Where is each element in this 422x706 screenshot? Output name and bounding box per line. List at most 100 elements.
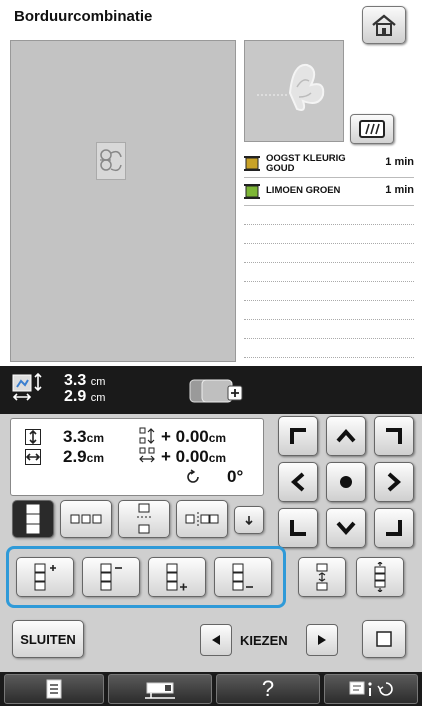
vertical-offset-value: + 0.00cm xyxy=(161,427,226,447)
embroidery-frame-icon xyxy=(359,120,385,138)
home-button[interactable] xyxy=(362,6,406,44)
decrease-spacing-bottom-button[interactable] xyxy=(214,557,272,597)
move-up-right-button[interactable] xyxy=(374,416,414,456)
vertical-space-button[interactable] xyxy=(118,500,170,538)
vertical-stack-icon xyxy=(26,504,40,534)
center-button[interactable] xyxy=(326,462,366,502)
chevron-up-icon xyxy=(336,428,356,443)
down-arrow-icon xyxy=(245,516,253,525)
height-icon xyxy=(25,429,41,445)
horizontal-layout-button[interactable] xyxy=(60,500,112,538)
kiezen-selector: KIEZEN xyxy=(200,624,350,658)
help-info-icon xyxy=(349,681,393,696)
horizontal-offset-value: + 0.00cm xyxy=(161,447,226,467)
size-height-number: 2.9 xyxy=(64,388,87,405)
center-dot-icon xyxy=(340,476,352,488)
thread-spool-icon xyxy=(244,184,260,199)
kiezen-label: KIEZEN xyxy=(240,633,288,648)
thread-list: OOGST KLEURIG GOUD 1 min LIMOEN GROEN 1 … xyxy=(244,150,414,358)
move-down-right-button[interactable] xyxy=(374,508,414,548)
move-left-button[interactable] xyxy=(278,462,318,502)
size-unit: cm xyxy=(90,376,106,388)
vertical-offset-number: + 0.00 xyxy=(161,427,209,446)
thread-name: OOGST KLEURIG GOUD xyxy=(266,153,346,174)
corner-down-left-icon xyxy=(290,520,306,536)
decrease-spacing-top-button[interactable] xyxy=(82,557,140,597)
corner-up-right-icon xyxy=(386,428,402,444)
increase-spacing-bottom-button[interactable] xyxy=(148,557,206,597)
width-number: 2.9 xyxy=(63,447,87,466)
sewing-machine-icon xyxy=(145,682,175,699)
embroidery-canvas[interactable] xyxy=(10,40,236,362)
spacing-minus-icon xyxy=(100,563,122,591)
thread-spool-icon xyxy=(244,156,260,171)
home-icon xyxy=(372,14,396,36)
vertical-compress-button[interactable] xyxy=(298,557,346,597)
design-motif[interactable] xyxy=(96,142,126,180)
compress-vertical-icon xyxy=(316,563,328,591)
spacing-minus-bottom-icon xyxy=(232,563,253,591)
triangle-left-icon xyxy=(212,635,220,645)
move-up-button[interactable] xyxy=(326,416,366,456)
thread-row-empty xyxy=(244,244,414,263)
sluiten-button[interactable]: SLUITEN xyxy=(12,620,84,658)
spacing-plus-bottom-icon xyxy=(166,563,187,591)
size-height-value: 2.9 cm xyxy=(64,388,105,405)
horizontal-spacing-icon xyxy=(185,512,219,526)
design-info-box: 3.3cm 2.9cm + 0.00cm + 0.00cm 0° xyxy=(10,418,264,496)
unit-label: cm xyxy=(208,451,227,465)
chevron-left-icon xyxy=(290,472,305,492)
kiezen-next-button[interactable] xyxy=(306,624,338,656)
horizontal-row-icon xyxy=(70,514,102,524)
thread-time: 1 min xyxy=(385,184,414,196)
move-down-button[interactable] xyxy=(326,508,366,548)
settings-button[interactable] xyxy=(4,674,104,704)
corner-up-left-icon xyxy=(290,428,306,444)
thread-row-empty xyxy=(244,282,414,301)
chevron-down-icon xyxy=(336,521,356,536)
vertical-layout-button[interactable] xyxy=(12,500,54,538)
corner-down-right-icon xyxy=(386,520,402,536)
height-number: 3.3 xyxy=(63,427,87,446)
chevron-right-icon xyxy=(387,472,402,492)
machine-info-button[interactable] xyxy=(108,674,212,704)
embroidery-hoop-icon xyxy=(189,379,243,403)
thread-row-empty xyxy=(244,320,414,339)
width-value: 2.9cm xyxy=(63,447,104,467)
square-button[interactable] xyxy=(362,620,406,658)
thread-row-empty xyxy=(244,339,414,358)
rotate-icon xyxy=(187,469,199,483)
expand-vertical-icon xyxy=(374,562,386,592)
move-up-left-button[interactable] xyxy=(278,416,318,456)
frame-move-button[interactable] xyxy=(350,114,394,144)
square-icon xyxy=(376,631,392,647)
horizontal-offset-number: + 0.00 xyxy=(161,447,209,466)
unit-label: cm xyxy=(208,431,227,445)
spacing-plus-icon xyxy=(34,563,56,591)
horizontal-space-button[interactable] xyxy=(176,500,228,538)
thread-row-empty xyxy=(244,301,414,320)
help-button[interactable]: ? xyxy=(216,674,320,704)
width-icon xyxy=(25,449,41,465)
thread-row[interactable]: OOGST KLEURIG GOUD 1 min xyxy=(244,150,414,178)
move-right-button[interactable] xyxy=(374,462,414,502)
vertical-expand-button[interactable] xyxy=(356,557,404,597)
thread-row-empty xyxy=(244,206,414,225)
vertical-spacing-icon xyxy=(137,503,151,534)
thread-row-empty xyxy=(244,263,414,282)
thread-row[interactable]: LIMOEN GROEN 1 min xyxy=(244,178,414,206)
height-value: 3.3cm xyxy=(63,427,104,447)
thread-name: LIMOEN GROEN xyxy=(266,185,341,196)
arrange-button[interactable] xyxy=(234,506,264,534)
document-icon xyxy=(46,679,62,699)
move-down-left-button[interactable] xyxy=(278,508,318,548)
size-width-number: 3.3 xyxy=(64,372,87,389)
page-title: Borduurcombinatie xyxy=(14,8,153,25)
increase-spacing-top-button[interactable] xyxy=(16,557,74,597)
unit-label: cm xyxy=(86,451,104,465)
tutorial-button[interactable] xyxy=(324,674,418,704)
unit-label: cm xyxy=(86,431,104,445)
design-size-icon xyxy=(12,372,42,401)
triangle-right-icon xyxy=(318,635,326,645)
kiezen-previous-button[interactable] xyxy=(200,624,232,656)
